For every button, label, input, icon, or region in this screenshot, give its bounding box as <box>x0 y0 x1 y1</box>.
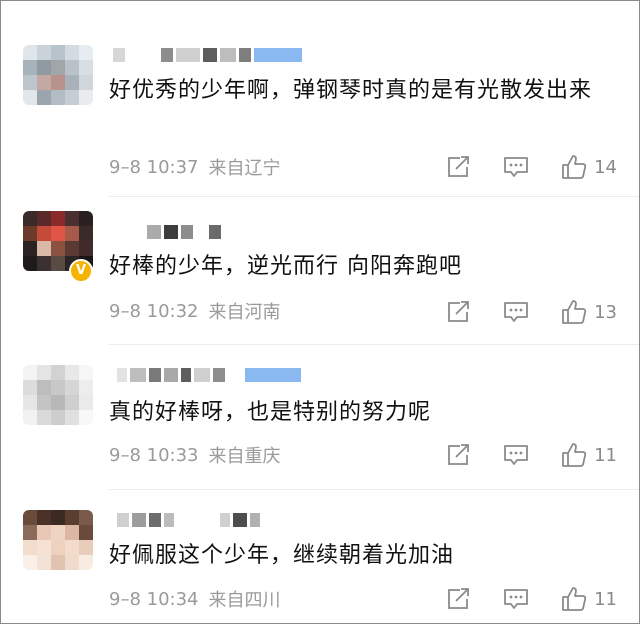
share-button[interactable] <box>446 155 472 179</box>
username-mosaic[interactable] <box>147 222 221 242</box>
comment-list: 好优秀的少年啊，弹钢琴时真的是有光散发出来 9–8 10:37 来自辽宁 14 <box>0 0 640 624</box>
comment-item: 好优秀的少年啊，弹钢琴时真的是有光散发出来 9–8 10:37 来自辽宁 14 <box>1 1 639 197</box>
share-button[interactable] <box>446 300 472 324</box>
comment-icon <box>504 302 528 322</box>
thumbs-up-icon <box>562 300 587 324</box>
share-icon <box>448 301 469 322</box>
thumbs-up-icon <box>562 443 587 467</box>
comment-icon <box>504 157 528 177</box>
username-mosaic[interactable] <box>113 45 302 65</box>
comment-meta: 9–8 10:33 来自重庆 <box>109 441 281 469</box>
share-button[interactable] <box>446 587 472 611</box>
reply-button[interactable] <box>502 587 530 611</box>
verified-badge-icon: V <box>69 259 93 283</box>
comment-time: 9–8 10:32 <box>109 300 199 322</box>
share-icon <box>448 588 469 609</box>
comment-meta: 9–8 10:34 来自四川 <box>109 585 281 613</box>
like-button[interactable]: 14 <box>560 154 617 180</box>
comment-time: 9–8 10:33 <box>109 444 199 466</box>
comment-text: 好佩服这个少年，继续朝着光加油 <box>109 543 455 568</box>
comment-location: 来自辽宁 <box>208 158 281 179</box>
comment-meta: 9–8 10:32 来自河南 <box>109 297 281 325</box>
comment-location: 来自河南 <box>208 302 281 323</box>
comment-time: 9–8 10:34 <box>109 588 199 610</box>
comment-location: 来自四川 <box>208 590 281 611</box>
username-mosaic[interactable] <box>117 365 301 385</box>
avatar[interactable] <box>23 510 93 570</box>
username-mosaic[interactable] <box>117 510 260 530</box>
comment-meta: 9–8 10:37 来自辽宁 <box>109 153 281 181</box>
reply-button[interactable] <box>502 155 530 179</box>
share-button[interactable] <box>446 443 472 467</box>
avatar[interactable] <box>23 45 93 105</box>
like-button[interactable]: 11 <box>560 442 617 468</box>
share-icon <box>448 444 469 465</box>
comment-actions: 11 <box>446 584 617 614</box>
comment-item: 真的好棒呀，也是特别的努力呢 9–8 10:33 来自重庆 11 <box>1 345 639 490</box>
reply-button[interactable] <box>502 300 530 324</box>
like-count: 13 <box>594 301 617 323</box>
like-button[interactable]: 13 <box>560 299 617 325</box>
like-count: 11 <box>594 588 617 610</box>
comment-icon <box>504 589 528 609</box>
like-button[interactable]: 11 <box>560 586 617 612</box>
thumbs-up-icon <box>562 587 587 611</box>
comment-actions: 13 <box>446 297 617 327</box>
share-icon <box>448 156 469 177</box>
comment-actions: 11 <box>446 440 617 470</box>
comment-text: 好棒的少年，逆光而行 向阳奔跑吧 <box>109 254 462 279</box>
comment-item: 好佩服这个少年，继续朝着光加油 9–8 10:34 来自四川 11 <box>1 490 639 623</box>
comment-icon <box>504 445 528 465</box>
comment-text: 好优秀的少年啊，弹钢琴时真的是有光散发出来 <box>109 78 593 103</box>
reply-button[interactable] <box>502 443 530 467</box>
comment-location: 来自重庆 <box>208 446 281 467</box>
comment-time: 9–8 10:37 <box>109 156 199 178</box>
avatar[interactable] <box>23 365 93 425</box>
like-count: 11 <box>594 444 617 466</box>
comment-text: 真的好棒呀，也是特别的努力呢 <box>109 400 432 425</box>
comment-item: V 好棒的少年，逆光而行 向阳奔跑吧 9–8 10:32 来自河南 13 <box>1 197 639 345</box>
comment-actions: 14 <box>446 152 617 182</box>
thumbs-up-icon <box>562 155 587 179</box>
like-count: 14 <box>594 156 617 178</box>
